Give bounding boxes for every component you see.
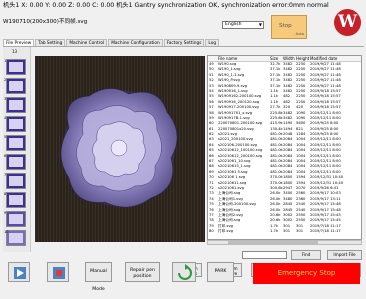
col-modified-header[interactable]: Modified date xyxy=(310,56,356,61)
col-index-header xyxy=(208,56,218,61)
thumbnail[interactable]: 5 xyxy=(4,135,26,151)
thumb-number: 7 xyxy=(4,173,7,177)
thumbnail[interactable]: 4 xyxy=(4,116,26,132)
play-button[interactable] xyxy=(8,262,30,282)
play-icon xyxy=(14,267,26,279)
thumbnail[interactable]: 2 xyxy=(4,78,26,94)
thumbnail[interactable]: 10 xyxy=(4,230,26,246)
find-input[interactable] xyxy=(242,251,287,259)
logo-letter: W xyxy=(337,12,358,32)
park-button[interactable]: PARK xyxy=(207,262,234,282)
thumbnail-panel: 13 1 2 3 4 5 6 7 8 9 10 xyxy=(3,47,31,252)
col-height-header[interactable]: Height xyxy=(296,56,310,61)
stop-record-button[interactable] xyxy=(47,262,69,282)
thumb-number: 2 xyxy=(4,78,7,82)
status-bar: 机头1 X: 0.00 Y: 0.00 Z: 0.00 C: 0.00 机头1 … xyxy=(3,2,329,9)
col-filename-header[interactable]: File name xyxy=(218,56,270,61)
thumbnail[interactable]: 8 xyxy=(4,192,26,208)
thumb-image xyxy=(9,138,23,148)
current-file-label: W190710(200x300)不同帧.svg xyxy=(3,19,88,25)
stop-sublabel: Auto xyxy=(295,32,304,36)
thumbnail[interactable]: 1 xyxy=(4,59,26,75)
table-cell: 打印.svg xyxy=(218,229,233,234)
thumb-number: 4 xyxy=(4,116,7,120)
thumb-image xyxy=(9,62,23,72)
stop-icon xyxy=(53,267,65,279)
refresh-button[interactable] xyxy=(172,262,196,282)
file-list-scrollbar[interactable] xyxy=(207,240,362,245)
thumb-number: 8 xyxy=(4,192,7,196)
thumb-number: 6 xyxy=(4,154,7,158)
col-width-header[interactable]: Width xyxy=(283,56,296,61)
tab-divider xyxy=(3,46,364,47)
table-cell: 80 xyxy=(209,229,214,234)
find-button[interactable]: Find xyxy=(291,250,321,260)
emergency-stop-button[interactable]: Emergency Stop xyxy=(253,263,360,284)
table-cell: 2019/7/18 11:17 xyxy=(310,229,341,234)
repair-pen-position-button[interactable]: Repair pen position xyxy=(125,262,160,282)
file-list-table[interactable]: File name Size Width Height Modified dat… xyxy=(207,55,362,240)
thumb-image xyxy=(9,195,23,205)
file-list-body: 49 W190.svg 32.7k 3482 2250 2019/9/27 11:48 50… xyxy=(208,62,361,235)
manual-mode-button[interactable]: Manual Mode xyxy=(85,262,112,292)
chevron-down-icon: ▼ xyxy=(258,22,262,27)
flower-preview-image xyxy=(35,56,205,242)
stop-button[interactable]: Stop Auto xyxy=(271,15,307,39)
table-cell: 301 xyxy=(296,229,304,234)
stop-label: Stop xyxy=(279,23,292,29)
refresh-icon xyxy=(178,264,192,280)
import-file-button[interactable]: Import File xyxy=(327,250,362,260)
thumbnail[interactable]: 7 xyxy=(4,173,26,189)
col-size-header[interactable]: Size xyxy=(270,56,283,61)
table-cell: 301 xyxy=(283,229,291,234)
thumb-number: 3 xyxy=(4,97,7,101)
thumb-image xyxy=(9,100,23,110)
thumb-image xyxy=(9,119,23,129)
thumb-number: 10 xyxy=(4,230,9,234)
page-label: 13 xyxy=(12,49,18,54)
table-cell: 1.7k xyxy=(270,229,278,234)
thumb-image xyxy=(9,157,23,167)
thumbnail[interactable]: 3 xyxy=(4,97,26,113)
thumbnail[interactable]: 9 xyxy=(4,211,26,227)
thumb-image xyxy=(9,214,23,224)
design-preview-canvas[interactable] xyxy=(35,56,205,242)
thumb-image xyxy=(9,176,23,186)
thumb-image xyxy=(9,81,23,91)
thumb-number: 9 xyxy=(4,211,7,215)
table-row[interactable]: 80 打印.svg 1.7k 301 301 2019/7/18 11:17 xyxy=(208,229,361,234)
language-select[interactable]: English ▼ xyxy=(222,21,264,29)
thumb-number: 1 xyxy=(4,59,7,63)
scrollbar-thumb[interactable] xyxy=(228,241,318,244)
thumbnail[interactable]: 6 xyxy=(4,154,26,170)
brand-logo: W xyxy=(334,9,361,36)
thumb-image xyxy=(9,233,23,243)
thumb-number: 5 xyxy=(4,135,7,139)
language-value: English xyxy=(225,22,242,27)
